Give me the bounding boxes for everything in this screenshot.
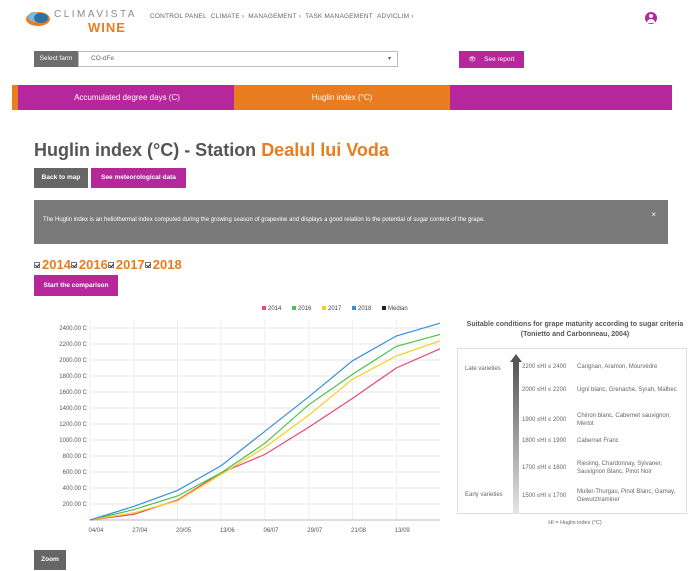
x-tick-label: 06/07 xyxy=(263,528,279,534)
hi-range: 1700 ≤HI ≤ 1800 xyxy=(522,465,567,471)
year-option-2014[interactable]: 2014 xyxy=(34,257,71,272)
start-comparison-button[interactable]: Start the comparison xyxy=(34,275,118,296)
legend-swatch xyxy=(292,306,296,310)
checkbox[interactable] xyxy=(144,261,151,268)
logo-wine-text: WINE xyxy=(88,20,126,35)
nav-climate[interactable]: CLIMATE › xyxy=(211,13,244,20)
checkbox[interactable] xyxy=(34,261,40,268)
hi-range: 2000 ≤HI ≤ 2200 xyxy=(522,387,567,393)
conditions-row: 1700 ≤HI ≤ 1800 Riesling, Chardonnay, Syl… xyxy=(522,460,685,476)
legend-label: 2016 xyxy=(298,306,312,312)
x-tick-label: 13/06 xyxy=(220,528,236,534)
legend-swatch xyxy=(322,306,326,310)
year-checkboxes: 2014 2016 2017 2018 xyxy=(34,257,182,272)
chart-svg: 200.00 C 400.00 C 600.00 C 800.00 C 1000.00 … xyxy=(59,306,441,534)
huglin-chart: 200.00 C 400.00 C 600.00 C 800.00 C 1000.00 … xyxy=(30,302,442,544)
checkbox[interactable] xyxy=(107,261,114,268)
see-report-label: See report xyxy=(484,56,515,63)
conditions-title: Suitable conditions for grape maturity a… xyxy=(466,321,684,338)
legend-swatch xyxy=(382,306,386,310)
y-tick-label: 1000.00 C xyxy=(59,438,87,444)
see-meteorological-data-button[interactable]: See meteorological data xyxy=(91,168,186,188)
top-nav: CONTROL PANEL CLIMATE › MANAGEMENT › TAS… xyxy=(150,13,414,20)
chevron-down-icon: ▾ xyxy=(387,56,391,62)
early-varieties-label: Early varieties xyxy=(465,492,503,498)
y-tick-label: 2000.00 C xyxy=(59,358,87,364)
user-icon[interactable] xyxy=(645,12,657,24)
x-tick-label: 21/08 xyxy=(351,528,367,534)
y-tick-label: 1400.00 C xyxy=(59,406,87,412)
checkbox[interactable] xyxy=(70,261,77,268)
legend-label: 2018 xyxy=(358,306,372,312)
year-label: 2016 xyxy=(78,257,108,272)
eye-icon: 👁 xyxy=(468,57,477,63)
nav-control-panel[interactable]: CONTROL PANEL xyxy=(150,13,207,20)
y-tick-label: 400.00 C xyxy=(63,486,88,492)
y-tick-label: 2400.00 C xyxy=(59,326,87,332)
grape-varieties: Muller-Thurgau, Pinot Blanc, Gamay, Gewu… xyxy=(577,489,676,503)
grape-varieties: Riesling, Chardonnay, Sylvaner, Sauvigno… xyxy=(577,461,662,475)
hi-range: 1800 ≤HI ≤ 1900 xyxy=(522,438,567,444)
x-tick-label: 29/07 xyxy=(307,528,323,534)
y-tick-label: 800.00 C xyxy=(63,454,88,460)
year-option-2016[interactable]: 2016 xyxy=(70,257,108,272)
legend-label: 2014 xyxy=(268,306,282,312)
late-varieties-label: Late varieties xyxy=(465,366,501,372)
info-text: The Huglin index is an heliothermal inde… xyxy=(43,217,485,223)
tab-accumulated-degree-days[interactable]: Accumulated degree days (C) xyxy=(20,85,234,110)
x-tick-label: 20/05 xyxy=(176,528,192,534)
nav-management[interactable]: MANAGEMENT › xyxy=(248,13,301,20)
year-option-2017[interactable]: 2017 xyxy=(107,257,145,272)
hi-range: 1500 ≤HI ≤ 1700 xyxy=(522,493,567,499)
zoom-button[interactable]: Zoom xyxy=(34,550,66,570)
conditions-row: 2200 ≤HI ≤ 2400 Carignan, Aramon, Mourvèd… xyxy=(522,363,685,371)
page-title-prefix: Huglin index (°C) - Station xyxy=(34,140,262,160)
conditions-row: 1900 ≤HI ≤ 2000 Chinon blanc, Cabernet sa… xyxy=(522,412,685,428)
conditions-row: 2000 ≤HI ≤ 2200 Ugni blanc, Grenache, Syr… xyxy=(522,386,685,394)
conditions-row: 1500 ≤HI ≤ 1700 Muller-Thurgau, Pinot Bla… xyxy=(522,488,685,504)
grape-varieties: Carignan, Aramon, Mourvèdre xyxy=(577,364,658,370)
grape-varieties: Chinon blanc, Cabernet sauvignon, Merlot xyxy=(577,413,671,427)
legend-swatch xyxy=(352,306,356,310)
legend-label: 2017 xyxy=(328,306,342,312)
x-tick-label: 27/04 xyxy=(132,528,148,534)
see-report-button[interactable]: 👁 See report xyxy=(459,51,524,68)
arrow-up-icon xyxy=(510,354,522,514)
nav-task-management[interactable]: TASK MANAGEMENT xyxy=(305,13,373,20)
select-farm-label: Select farm xyxy=(34,51,78,67)
y-tick-label: 1200.00 C xyxy=(59,422,87,428)
page-title: Huglin index (°C) - Station Dealul lui V… xyxy=(34,140,389,161)
year-option-2018[interactable]: 2018 xyxy=(144,257,182,272)
hi-range: 2200 ≤HI ≤ 2400 xyxy=(522,364,567,370)
cloud-logo-icon xyxy=(26,12,50,26)
x-tick-label: 13/09 xyxy=(395,528,411,534)
close-icon[interactable]: × xyxy=(651,210,656,219)
year-label: 2017 xyxy=(115,257,145,272)
conditions-row: 1800 ≤HI ≤ 1900 Cabernet Franc xyxy=(522,437,685,445)
tab-bar-accent xyxy=(12,85,18,110)
tab-huglin-index[interactable]: Huglin index (°C) xyxy=(234,85,450,110)
hi-range: 1900 ≤HI ≤ 2000 xyxy=(522,417,567,423)
x-tick-label: 04/04 xyxy=(88,528,104,534)
y-tick-label: 1600.00 C xyxy=(59,390,87,396)
station-name: Dealul lui Voda xyxy=(261,140,389,160)
y-tick-label: 1800.00 C xyxy=(59,374,87,380)
back-to-map-button[interactable]: Back to map xyxy=(34,168,88,188)
year-label: 2014 xyxy=(42,257,71,272)
y-tick-label: 200.00 C xyxy=(63,502,88,508)
conditions-footer: HI = Huglin index (°C) xyxy=(548,520,602,526)
grape-varieties: Cabernet Franc xyxy=(577,438,619,444)
farm-select-value: CO-dFe xyxy=(91,55,115,62)
legend-label: Median xyxy=(388,306,408,312)
nav-adviclim[interactable]: ADVICLIM › xyxy=(377,13,414,20)
year-label: 2018 xyxy=(152,257,182,272)
farm-select[interactable]: CO-dFe ▾ xyxy=(78,51,398,67)
legend-swatch xyxy=(262,306,266,310)
y-tick-label: 2200.00 C xyxy=(59,342,87,348)
y-tick-label: 600.00 C xyxy=(63,470,88,476)
info-box: The Huglin index is an heliothermal inde… xyxy=(34,200,668,244)
grape-varieties: Ugni blanc, Grenache, Syrah, Malbec xyxy=(577,387,677,393)
climavista-logo[interactable]: CLIMAVISTA WINE xyxy=(24,6,144,35)
logo-text: CLIMAVISTA xyxy=(54,9,137,20)
